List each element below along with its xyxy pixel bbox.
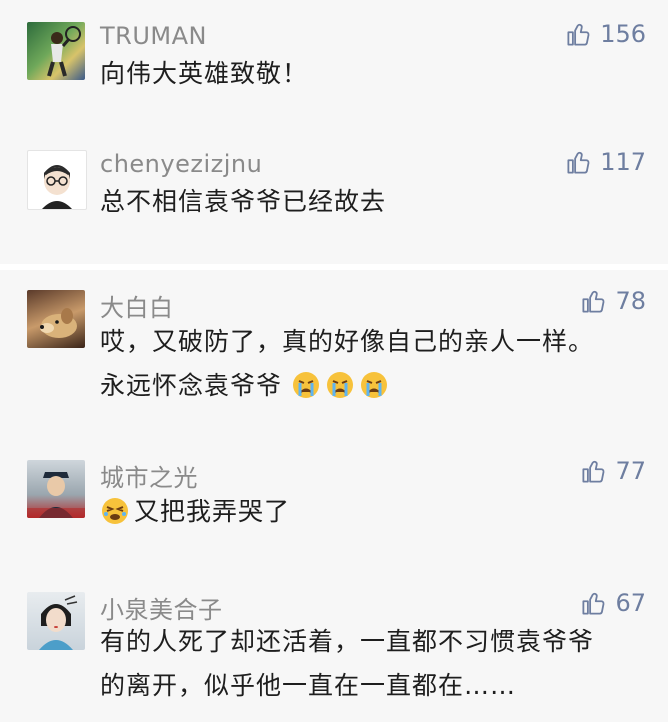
like-count: 77	[615, 457, 646, 485]
thumbs-up-icon	[582, 592, 605, 615]
comment-line-2: 永远怀念袁爷爷	[100, 368, 648, 404]
crying-emoji-icon	[292, 372, 319, 398]
like-button[interactable]: 67	[580, 589, 646, 617]
like-count: 78	[615, 287, 646, 315]
cartoon-glasses-avatar-image	[42, 165, 72, 209]
thumbs-up-icon	[582, 290, 605, 313]
avatar[interactable]	[27, 22, 85, 80]
comment-line: 又把我弄哭了	[134, 497, 291, 526]
comment-text: 有的人死了却还活着，一直都不习惯袁爷爷 的离开，似乎他一直在一直都在……	[100, 624, 648, 704]
like-button[interactable]: 117	[565, 148, 646, 176]
comment-line: 哎，又破防了，真的好像自己的亲人一样。	[100, 327, 595, 356]
like-count: 67	[615, 589, 646, 617]
comment-line: 向伟大英雄致敬！	[100, 59, 309, 88]
avatar[interactable]	[27, 290, 85, 348]
user-name[interactable]: 小泉美合子	[100, 590, 223, 625]
like-count: 156	[600, 20, 646, 48]
thumbs-up-icon	[582, 460, 605, 483]
uniform-person-avatar-image	[27, 472, 85, 518]
illustrated-woman-avatar-image	[39, 595, 78, 650]
like-button[interactable]: 78	[580, 287, 646, 315]
tennis-player-avatar-image	[47, 26, 81, 77]
avatar[interactable]	[27, 460, 85, 518]
avatar[interactable]	[27, 592, 85, 650]
user-name[interactable]: 城市之光	[100, 458, 198, 493]
user-name[interactable]: chenyezizjnu	[100, 150, 262, 178]
dog-avatar-image	[40, 308, 77, 338]
comment-line: 有的人死了却还活着，一直都不习惯袁爷爷	[100, 627, 595, 656]
user-name[interactable]: TRUMAN	[100, 22, 207, 50]
sobbing-emoji-icon	[102, 498, 128, 524]
comment-line: 总不相信袁爷爷已经故去	[100, 187, 387, 216]
crying-emoji-icon	[326, 372, 353, 398]
avatar[interactable]	[27, 150, 87, 210]
crying-emoji-icon	[360, 372, 387, 398]
comment-text: 哎，又破防了，真的好像自己的亲人一样。 永远怀念袁爷爷	[100, 324, 648, 404]
comment-line: 的离开，似乎他一直在一直都在……	[100, 671, 517, 700]
thumbs-up-icon	[567, 151, 590, 174]
like-count: 117	[600, 148, 646, 176]
like-button[interactable]: 77	[580, 457, 646, 485]
user-name[interactable]: 大白白	[100, 288, 174, 323]
comment-text: 向伟大英雄致敬！	[100, 56, 648, 92]
like-button[interactable]: 156	[565, 20, 646, 48]
comment-text: 总不相信袁爷爷已经故去	[100, 184, 648, 220]
thumbs-up-icon	[567, 23, 590, 46]
comment-line: 永远怀念袁爷爷	[100, 371, 283, 400]
comment-text: 又把我弄哭了	[100, 494, 648, 530]
